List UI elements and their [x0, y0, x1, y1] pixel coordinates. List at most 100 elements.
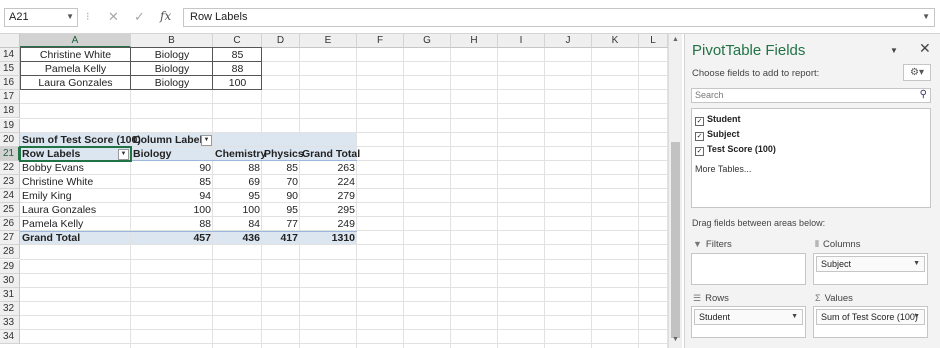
chevron-down-icon[interactable]: ▼: [66, 12, 74, 21]
pivot-value-cell[interactable]: 77: [262, 217, 300, 231]
scroll-down-icon[interactable]: ▼: [672, 336, 679, 343]
pivot-grand-total-cell[interactable]: 457: [131, 231, 213, 245]
row-header[interactable]: 17: [0, 90, 20, 105]
source-score-cell[interactable]: 100: [213, 76, 262, 90]
source-score-cell[interactable]: 85: [213, 48, 262, 62]
scroll-up-icon[interactable]: ▲: [672, 36, 679, 43]
column-filter-button[interactable]: ▼: [201, 134, 212, 146]
pivot-grand-total-cell[interactable]: 1310: [300, 231, 357, 245]
expand-formula-icon[interactable]: ▼: [922, 12, 930, 21]
pivot-value-cell[interactable]: 90: [262, 189, 300, 203]
row-header[interactable]: 29: [0, 259, 20, 274]
close-icon[interactable]: ✕: [919, 40, 931, 57]
pivot-subject-header[interactable]: Physics: [262, 147, 304, 161]
tools-button[interactable]: ⚙▾: [903, 64, 931, 81]
pivot-value-cell[interactable]: 224: [300, 175, 357, 189]
chevron-down-icon[interactable]: ▼: [913, 313, 920, 320]
source-student-cell[interactable]: Pamela Kelly: [20, 62, 131, 76]
pivot-value-cell[interactable]: 88: [131, 217, 213, 231]
pivot-value-cell[interactable]: 90: [131, 161, 213, 175]
source-subject-cell[interactable]: Biology: [131, 76, 213, 90]
source-student-cell[interactable]: Laura Gonzales: [20, 76, 131, 90]
pivot-row-name[interactable]: Laura Gonzales: [20, 203, 131, 217]
cancel-icon[interactable]: ✕: [108, 9, 119, 25]
more-tables-link[interactable]: More Tables...: [695, 164, 751, 174]
column-header[interactable]: K: [592, 34, 639, 48]
pivot-subject-header[interactable]: Grand Total: [300, 147, 360, 161]
formula-input[interactable]: Row Labels ▼: [183, 8, 935, 27]
pivot-grand-total-label[interactable]: Grand Total: [20, 231, 131, 245]
column-header[interactable]: C: [213, 34, 262, 48]
checkbox-checked-icon[interactable]: ✓: [695, 147, 704, 156]
values-drop-area[interactable]: Sum of Test Score (100) ▼: [813, 306, 928, 338]
filters-drop-area[interactable]: [691, 253, 806, 285]
pivot-grand-total-cell[interactable]: 417: [262, 231, 300, 245]
pivot-value-cell[interactable]: 295: [300, 203, 357, 217]
field-search-input[interactable]: Search ⚲: [691, 88, 931, 103]
source-subject-cell[interactable]: Biology: [131, 48, 213, 62]
pivot-value-cell[interactable]: 85: [262, 161, 300, 175]
pivot-value-cell[interactable]: 94: [131, 189, 213, 203]
source-subject-cell[interactable]: Biology: [131, 62, 213, 76]
name-box[interactable]: A21 ▼: [4, 8, 78, 27]
row-header[interactable]: 15: [0, 62, 20, 77]
row-header[interactable]: 28: [0, 245, 20, 260]
row-header[interactable]: 34: [0, 330, 20, 344]
row-header[interactable]: 19: [0, 118, 20, 133]
column-header[interactable]: H: [451, 34, 498, 48]
pivot-value-cell[interactable]: 100: [213, 203, 262, 217]
column-header[interactable]: B: [131, 34, 213, 48]
row-header[interactable]: 16: [0, 76, 20, 91]
pivot-subject-header[interactable]: Chemistry: [213, 147, 266, 161]
insert-function-icon[interactable]: fx: [160, 9, 171, 23]
values-field-chip[interactable]: Sum of Test Score (100) ▼: [816, 309, 925, 325]
confirm-icon[interactable]: ✓: [134, 9, 145, 25]
checkbox-checked-icon[interactable]: ✓: [695, 117, 704, 126]
rows-field-chip[interactable]: Student ▼: [694, 309, 803, 325]
source-score-cell[interactable]: 88: [213, 62, 262, 76]
pivot-value-cell[interactable]: 88: [213, 161, 262, 175]
source-student-cell[interactable]: Christine White: [20, 48, 131, 62]
chevron-down-icon[interactable]: ▼: [791, 313, 798, 320]
chevron-down-icon[interactable]: ▼: [913, 260, 920, 267]
row-header[interactable]: 30: [0, 273, 20, 288]
vertical-scrollbar[interactable]: ▲ ▼: [668, 34, 682, 348]
row-header[interactable]: 14: [0, 48, 20, 62]
column-header[interactable]: J: [545, 34, 592, 48]
pivot-value-cell[interactable]: 69: [213, 175, 262, 189]
pivot-subject-header[interactable]: Biology: [131, 147, 213, 161]
columns-field-chip[interactable]: Subject ▼: [816, 256, 925, 272]
row-header[interactable]: 33: [0, 315, 20, 330]
column-header[interactable]: A: [20, 34, 131, 48]
column-header[interactable]: I: [498, 34, 545, 48]
row-header[interactable]: 27: [0, 231, 20, 246]
field-student[interactable]: ✓ Student: [695, 114, 741, 126]
row-header[interactable]: 23: [0, 174, 20, 189]
pivot-value-cell[interactable]: 249: [300, 217, 357, 231]
column-header[interactable]: D: [262, 34, 300, 48]
pivot-grand-total-cell[interactable]: 436: [213, 231, 262, 245]
pivot-row-name[interactable]: Pamela Kelly: [20, 217, 131, 231]
row-header[interactable]: 22: [0, 160, 20, 175]
select-all-corner[interactable]: [0, 34, 20, 48]
pane-options-caret-icon[interactable]: ▼: [890, 46, 898, 55]
pivot-value-cell[interactable]: 263: [300, 161, 357, 175]
pivot-row-name[interactable]: Bobby Evans: [20, 161, 131, 175]
pivot-value-cell[interactable]: 84: [213, 217, 262, 231]
row-header[interactable]: 25: [0, 203, 20, 218]
pivot-value-cell[interactable]: 95: [262, 203, 300, 217]
pivot-row-name[interactable]: Christine White: [20, 175, 131, 189]
pivot-value-cell[interactable]: 70: [262, 175, 300, 189]
active-cell-selection[interactable]: [19, 145, 132, 162]
field-test-score[interactable]: ✓ Test Score (100): [695, 144, 776, 156]
pivot-value-cell[interactable]: 85: [131, 175, 213, 189]
row-header[interactable]: 32: [0, 301, 20, 316]
pivot-value-cell[interactable]: 279: [300, 189, 357, 203]
spreadsheet-grid[interactable]: A B C D E F G H I J K L 14 15 16 17 18 19 20 21 22 23 24 25 26 27…: [0, 34, 668, 348]
column-header[interactable]: L: [639, 34, 668, 48]
columns-drop-area[interactable]: Subject ▼: [813, 253, 928, 285]
rows-drop-area[interactable]: Student ▼: [691, 306, 806, 338]
checkbox-checked-icon[interactable]: ✓: [695, 132, 704, 141]
pivot-row-name[interactable]: Emily King: [20, 189, 131, 203]
row-header[interactable]: 31: [0, 287, 20, 302]
